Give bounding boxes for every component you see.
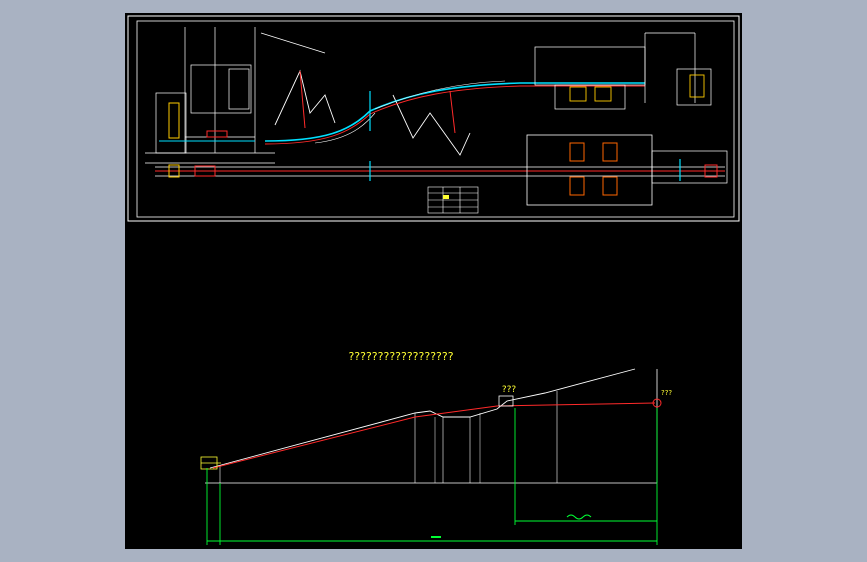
plan-sheet [127, 15, 740, 222]
pump-units [569, 74, 705, 102]
profile-title: ?????????????????? [348, 350, 453, 363]
cad-drawing: ?????????????????? ??? ??? [127, 15, 740, 545]
terrain-zigzag-right [392, 94, 471, 156]
station-label: ??? [502, 385, 517, 395]
sheet-inner-border [136, 20, 735, 218]
pump-station-elevation [534, 32, 712, 110]
terrain-zigzag-left [274, 69, 336, 126]
cad-drawing-canvas: ?????????????????? ??? ??? [125, 13, 742, 549]
plan-view [155, 134, 728, 206]
dimension-lines [206, 408, 658, 545]
end-label: ??? [661, 389, 672, 397]
station-box [498, 395, 514, 407]
longitudinal-profile: ?????????????????? ??? ??? [200, 350, 672, 545]
title-block-table [427, 186, 479, 214]
